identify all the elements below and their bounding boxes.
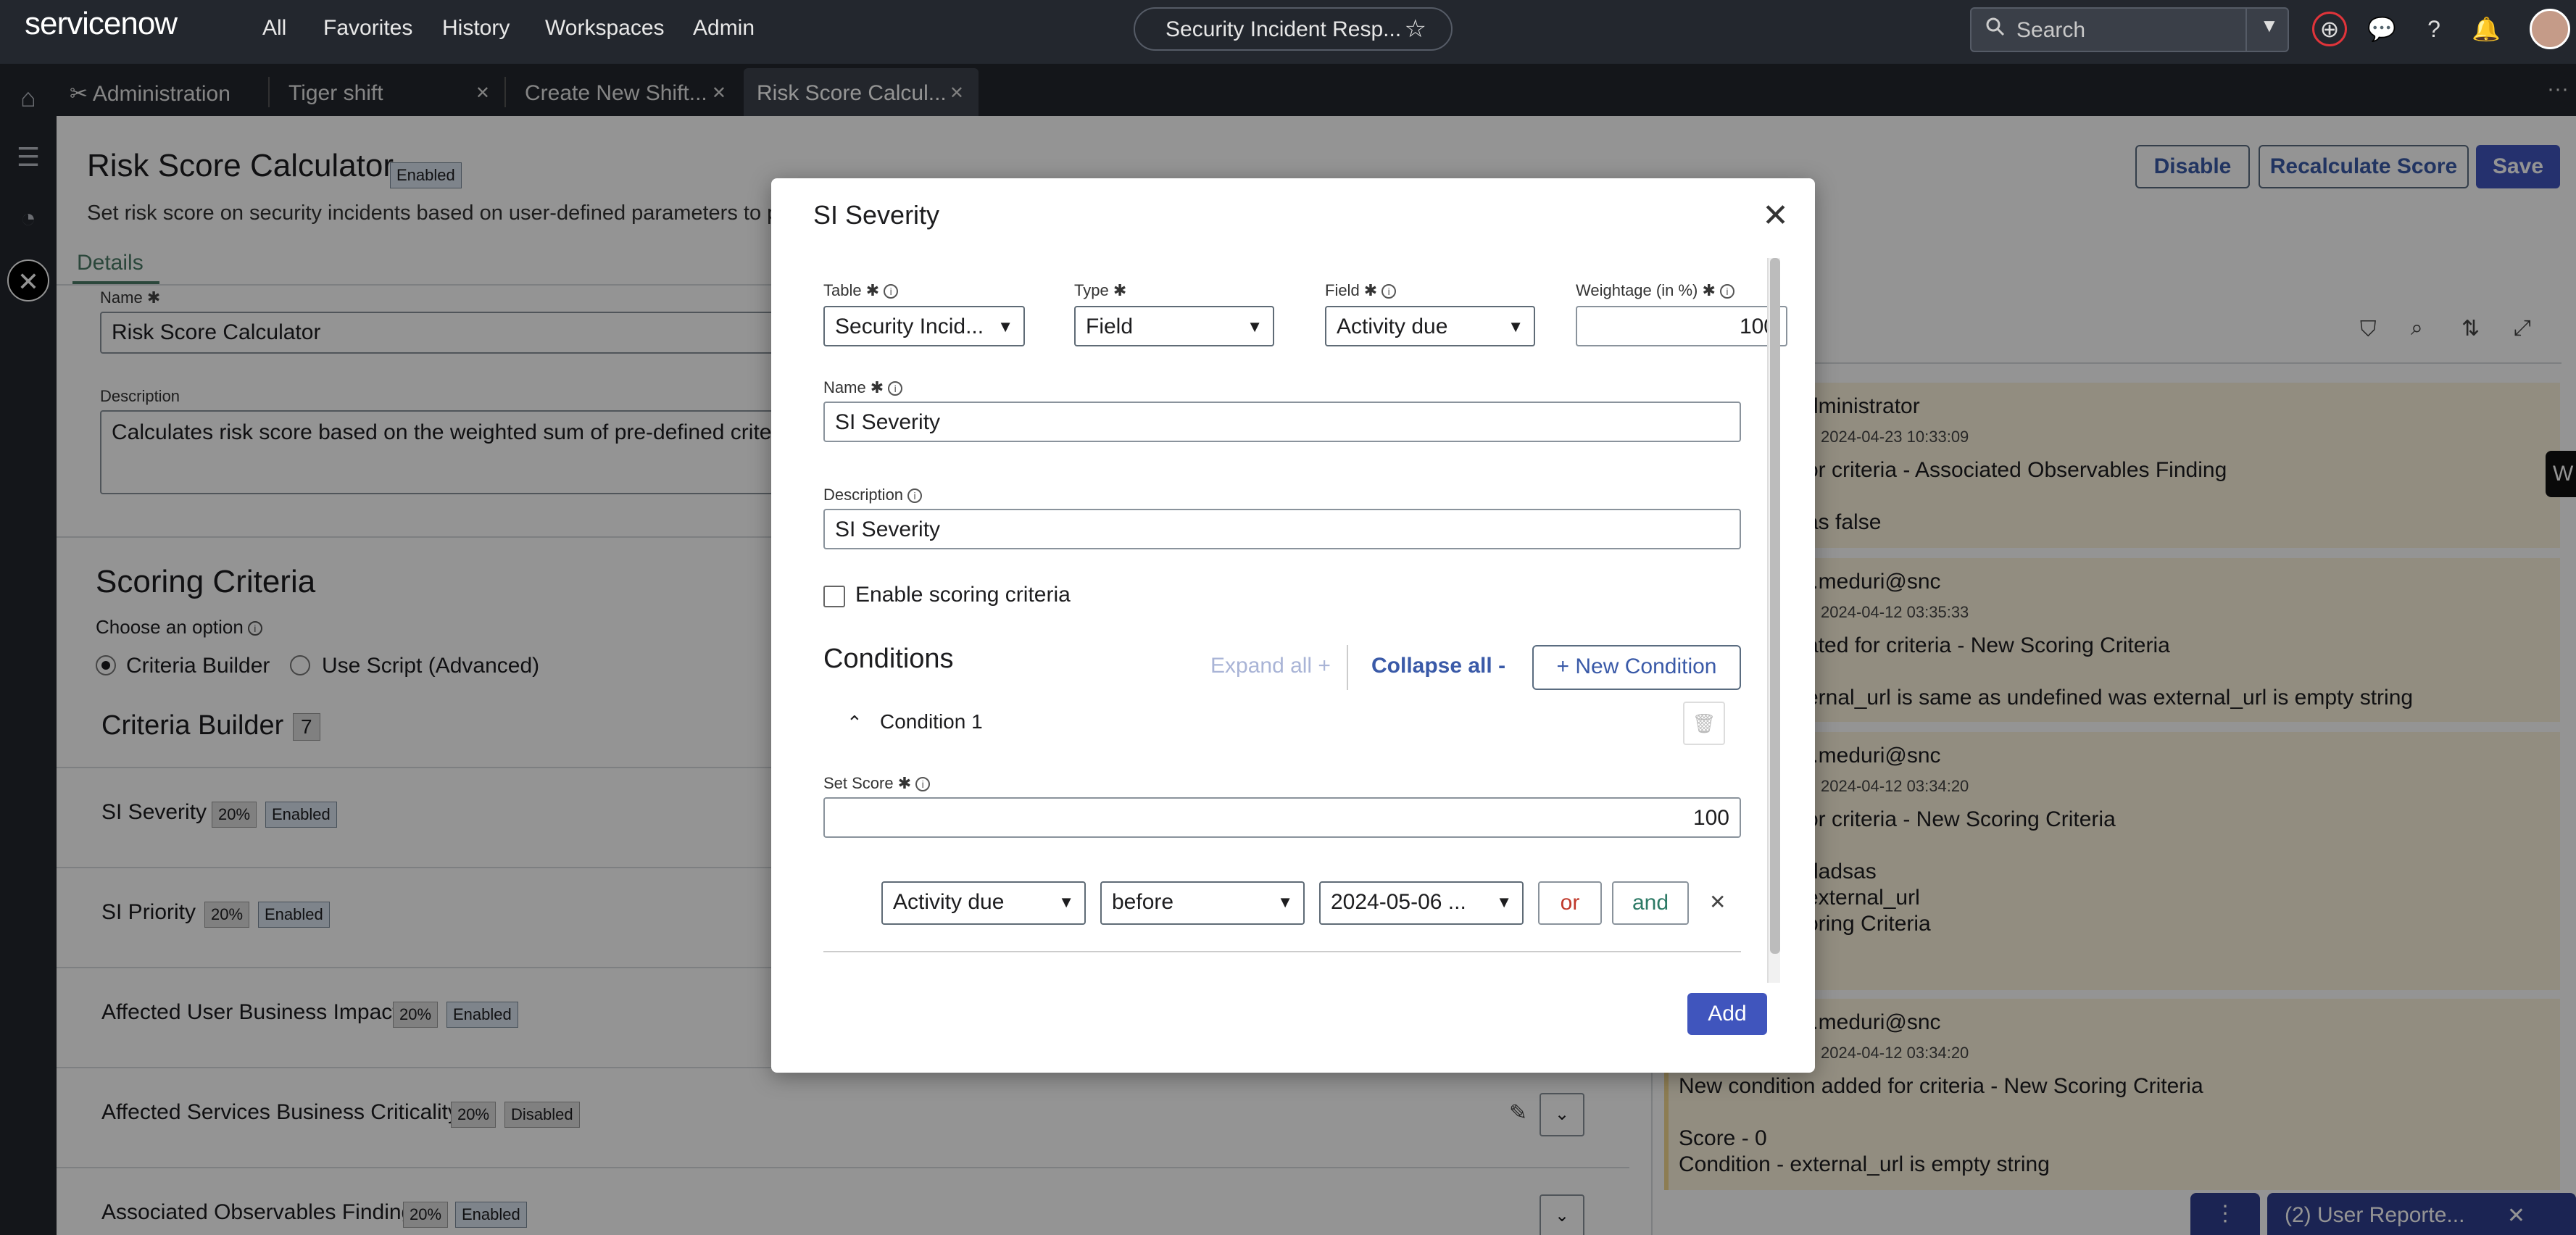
collapse-all-button[interactable]: Collapse all -: [1371, 654, 1505, 678]
divider: [823, 951, 1741, 952]
divider: [1347, 645, 1348, 690]
condition-value-value: 2024-05-06 ...: [1331, 890, 1466, 914]
chat-icon[interactable]: 💬: [2364, 12, 2399, 46]
condition-value-select[interactable]: 2024-05-06 ... ▼: [1319, 881, 1524, 925]
nav-history[interactable]: History: [442, 16, 510, 41]
condition-field-select[interactable]: Activity due ▼: [881, 881, 1086, 925]
search-input[interactable]: Search ▼: [1970, 7, 2289, 52]
set-score-input[interactable]: 100: [823, 797, 1741, 838]
type-select[interactable]: Field ▼: [1074, 306, 1274, 346]
bell-icon[interactable]: 🔔: [2469, 12, 2504, 46]
new-condition-button[interactable]: + New Condition: [1532, 645, 1741, 690]
set-score-label: Set Score ✱ i: [823, 774, 931, 793]
and-button[interactable]: and: [1612, 881, 1689, 925]
search-divider: [2245, 9, 2247, 51]
condition-operator-select[interactable]: before ▼: [1100, 881, 1305, 925]
remove-condition-icon[interactable]: ✕: [1709, 890, 1726, 914]
weightage-input[interactable]: 100: [1576, 306, 1787, 346]
type-select-value: Field: [1086, 315, 1134, 338]
search-placeholder: Search: [2016, 18, 2086, 42]
field-label: Field ✱ i: [1325, 281, 1397, 300]
info-icon: i: [888, 381, 903, 396]
plus-icon: +: [1556, 654, 1570, 678]
trash-icon: 🗑: [1692, 712, 1716, 734]
chevron-down-icon: ▼: [1508, 317, 1524, 336]
nav-favorites[interactable]: Favorites: [323, 16, 412, 41]
table-label: Table ✱ i: [823, 281, 899, 300]
chevron-down-icon: ▼: [1496, 893, 1512, 911]
modal-title: SI Severity: [813, 200, 940, 230]
globe-icon[interactable]: ⊕: [2312, 12, 2347, 46]
avatar[interactable]: [2530, 9, 2570, 49]
info-icon: i: [1382, 284, 1397, 299]
conditions-heading: Conditions: [823, 644, 954, 674]
field-select[interactable]: Activity due ▼: [1325, 306, 1535, 346]
modal-scrollbar[interactable]: [1767, 258, 1780, 983]
name-input[interactable]: SI Severity: [823, 402, 1741, 442]
info-icon: i: [1719, 284, 1734, 299]
or-button[interactable]: or: [1538, 881, 1602, 925]
info-icon: i: [884, 284, 899, 299]
close-icon[interactable]: ✕: [1762, 197, 1789, 234]
description-input[interactable]: SI Severity: [823, 509, 1741, 549]
weightage-label: Weightage (in %) ✱ i: [1576, 281, 1734, 300]
star-icon[interactable]: ☆: [1405, 14, 1426, 43]
context-pill-label: Security Incident Resp...: [1166, 17, 1402, 41]
description-label: Description i: [823, 486, 923, 504]
nav-admin[interactable]: Admin: [693, 16, 755, 41]
chevron-down-icon: ▼: [1058, 893, 1074, 911]
chevron-down-icon: ▼: [997, 317, 1013, 336]
servicenow-logo[interactable]: servicenow: [25, 6, 178, 42]
search-icon: [1985, 16, 2006, 43]
info-icon: i: [915, 777, 931, 792]
add-button[interactable]: Add: [1687, 993, 1767, 1035]
top-navigation-bar: servicenow All Favorites History Workspa…: [0, 0, 2576, 64]
type-label: Type ✱: [1074, 281, 1127, 299]
table-select[interactable]: Security Incid... ▼: [823, 306, 1025, 346]
new-condition-label: New Condition: [1575, 654, 1717, 678]
field-select-value: Activity due: [1337, 315, 1448, 338]
help-icon[interactable]: ?: [2417, 12, 2451, 46]
name-label: Name ✱ i: [823, 378, 903, 397]
table-select-value: Security Incid...: [835, 315, 984, 338]
si-severity-modal: SI Severity ✕ Table ✱ i Security Incid...…: [771, 178, 1815, 1073]
enable-scoring-label[interactable]: Enable scoring criteria: [855, 583, 1071, 607]
nav-all[interactable]: All: [262, 16, 286, 41]
chevron-down-icon[interactable]: ▼: [2260, 14, 2279, 37]
info-icon: i: [907, 488, 923, 504]
condition-operator-value: before: [1112, 890, 1174, 914]
condition-field-value: Activity due: [893, 890, 1005, 914]
condition-title: Condition 1: [880, 710, 983, 733]
context-pill[interactable]: Security Incident Resp... ☆: [1134, 7, 1453, 51]
chevron-up-icon[interactable]: ⌃: [847, 712, 863, 734]
expand-all-button[interactable]: Expand all +: [1210, 654, 1331, 678]
enable-scoring-checkbox[interactable]: [823, 586, 845, 607]
scrollbar-thumb[interactable]: [1770, 258, 1780, 954]
chevron-down-icon: ▼: [1247, 317, 1263, 336]
delete-condition-button[interactable]: 🗑: [1683, 702, 1725, 745]
nav-workspaces[interactable]: Workspaces: [545, 16, 665, 41]
chevron-down-icon: ▼: [1277, 893, 1293, 911]
